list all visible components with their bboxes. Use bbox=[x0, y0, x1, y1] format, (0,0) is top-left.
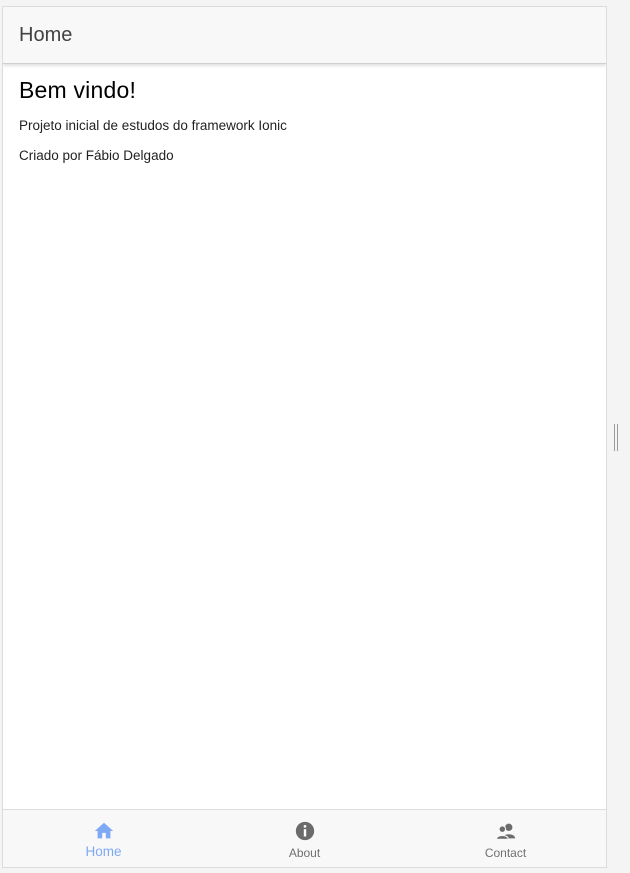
resize-handle[interactable] bbox=[613, 424, 620, 451]
tab-about[interactable]: About bbox=[204, 810, 405, 867]
page-title: Home bbox=[19, 24, 73, 46]
tab-home-label: Home bbox=[85, 844, 122, 859]
header-toolbar: Home bbox=[3, 7, 606, 64]
app-window: Home Bem vindo! Projeto inicial de estud… bbox=[2, 6, 607, 868]
tab-contact-label: Contact bbox=[484, 846, 527, 860]
tab-bar: Home About Contact bbox=[3, 809, 606, 867]
tab-contact[interactable]: Contact bbox=[405, 810, 606, 867]
author-text: Criado por Fábio Delgado bbox=[19, 148, 174, 163]
description-text: Projeto inicial de estudos do framework … bbox=[19, 118, 287, 133]
info-icon bbox=[295, 821, 314, 841]
tab-home[interactable]: Home bbox=[3, 810, 204, 867]
main-content: Bem vindo! Projeto inicial de estudos do… bbox=[19, 77, 590, 178]
welcome-heading: Bem vindo! bbox=[19, 77, 137, 103]
tab-about-label: About bbox=[288, 846, 321, 860]
contacts-icon bbox=[495, 823, 515, 840]
home-icon bbox=[94, 822, 113, 839]
